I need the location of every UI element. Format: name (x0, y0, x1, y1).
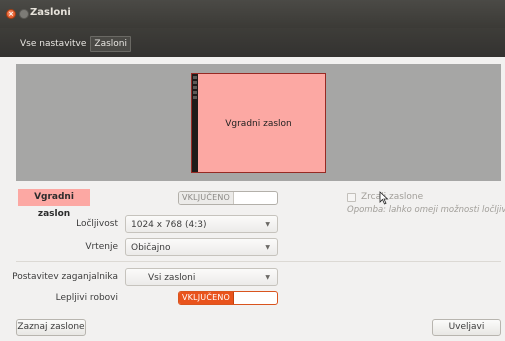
launcher-placement-label: Postavitev zaganjalnika (12, 272, 118, 282)
rotation-value: Običajno (131, 243, 171, 253)
sticky-edges-label: Lepljivi robovi (55, 293, 118, 303)
monitor-preview-label: Vgradni zaslon (225, 119, 292, 129)
breadcrumb-displays[interactable]: Zasloni (90, 36, 132, 52)
apply-button[interactable]: Uveljavi (432, 319, 501, 336)
toolbar: Vse nastavitve Zasloni (0, 28, 505, 57)
close-icon[interactable]: × (6, 9, 16, 19)
mirror-displays-label: Zrcali zaslone (361, 192, 424, 202)
minimize-icon[interactable] (19, 9, 29, 19)
resolution-label: Ločljivost (76, 219, 118, 229)
display-power-toggle[interactable]: VKLJUČENO (178, 191, 278, 205)
mirror-note: Opomba: lahko omeji možnosti ločljivosti (347, 205, 505, 215)
rotation-label: Vrtenje (85, 242, 118, 252)
chevron-down-icon: ▼ (265, 244, 270, 251)
monitor-preview-builtin[interactable]: Vgradni zaslon (191, 73, 326, 173)
window-title: Zasloni (30, 7, 71, 18)
launcher-placement-value: Vsi zasloni (148, 273, 196, 283)
rotation-select[interactable]: Običajno ▼ (125, 238, 278, 256)
breadcrumb-all-settings[interactable]: Vse nastavitve (16, 36, 90, 52)
display-power-toggle-label: VKLJUČENO (179, 192, 234, 204)
breadcrumb: Vse nastavitve Zasloni (16, 36, 132, 52)
launcher-placement-select[interactable]: Vsi zasloni ▼ (125, 268, 278, 286)
chevron-down-icon: ▼ (265, 274, 270, 281)
resolution-select[interactable]: 1024 x 768 (4:3) ▼ (125, 215, 278, 233)
mouse-pointer-icon (379, 191, 389, 205)
sticky-edges-toggle[interactable]: VKLJUČENO (178, 291, 278, 305)
divider (16, 261, 501, 262)
display-arrangement-preview: Vgradni zaslon (16, 64, 501, 181)
detect-displays-button[interactable]: Zaznaj zaslone (16, 319, 86, 336)
mirror-displays-checkbox[interactable] (347, 193, 356, 202)
chevron-down-icon: ▼ (265, 221, 270, 228)
selected-display-name: Vgradni zaslon (18, 189, 90, 219)
sticky-edges-toggle-label: VKLJUČENO (179, 292, 234, 304)
resolution-value: 1024 x 768 (4:3) (131, 220, 207, 230)
window-controls: × (6, 9, 29, 19)
title-bar: × Zasloni (0, 0, 505, 28)
